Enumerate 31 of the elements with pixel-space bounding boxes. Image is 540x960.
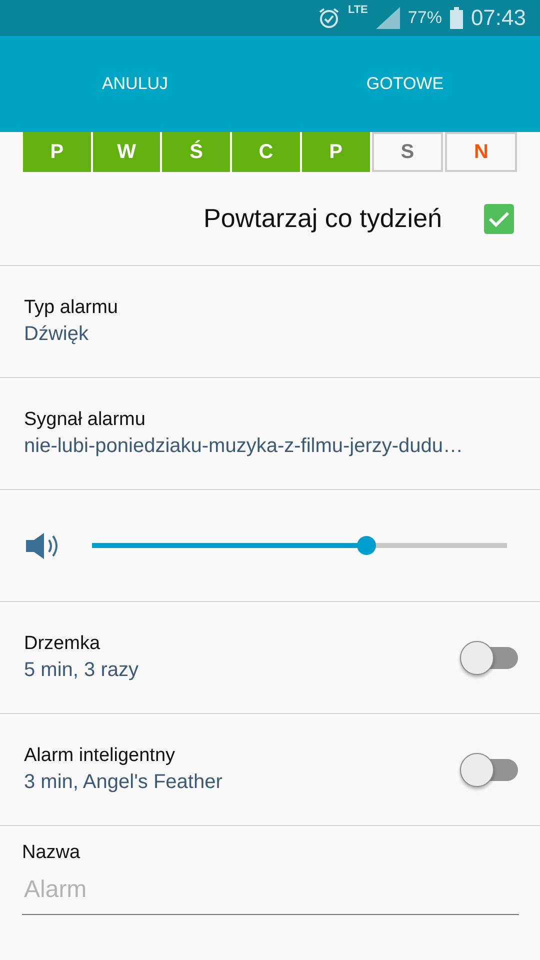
setting-value: Dźwięk <box>24 323 90 346</box>
signal-icon <box>376 7 400 29</box>
cancel-button[interactable]: ANULUJ <box>0 36 270 132</box>
network-type: LTE <box>348 4 368 16</box>
repeat-checkbox[interactable] <box>484 204 514 234</box>
repeat-label: Powtarzaj co tydzień <box>204 203 442 234</box>
slider-thumb[interactable] <box>356 536 376 555</box>
alarm-clock-icon <box>318 7 340 29</box>
day-toggle[interactable]: N <box>445 132 518 172</box>
setting-title: Sygnał alarmu <box>24 409 146 431</box>
name-input[interactable]: Alarm <box>22 872 519 915</box>
done-button[interactable]: GOTOWE <box>270 36 540 132</box>
name-label: Nazwa <box>22 842 82 864</box>
setting-value: nie-lubi-poniedziaku-muzyka-z-filmu-jerzy-dudu… <box>24 435 464 458</box>
day-toggle[interactable]: P <box>302 132 370 172</box>
setting-title: Alarm inteligentny <box>24 745 176 767</box>
setting-value: 3 min, Angel's Feather <box>24 771 224 794</box>
checkmark-icon <box>488 210 510 228</box>
day-toggle[interactable]: S <box>372 132 444 172</box>
day-toggle[interactable]: Ś <box>162 132 230 172</box>
day-toggle[interactable]: W <box>92 132 160 172</box>
toggle-switch[interactable] <box>460 640 518 674</box>
day-toggle[interactable]: P <box>23 132 91 172</box>
battery-icon <box>450 7 463 29</box>
battery-percent: 77% <box>408 8 442 28</box>
setting-title: Typ alarmu <box>24 297 119 319</box>
setting-value: 5 min, 3 razy <box>24 659 140 682</box>
clock-time: 07:43 <box>470 5 526 31</box>
day-toggle[interactable]: C <box>232 132 300 172</box>
toggle-switch[interactable] <box>460 752 518 786</box>
setting-title: Drzemka <box>24 633 102 655</box>
